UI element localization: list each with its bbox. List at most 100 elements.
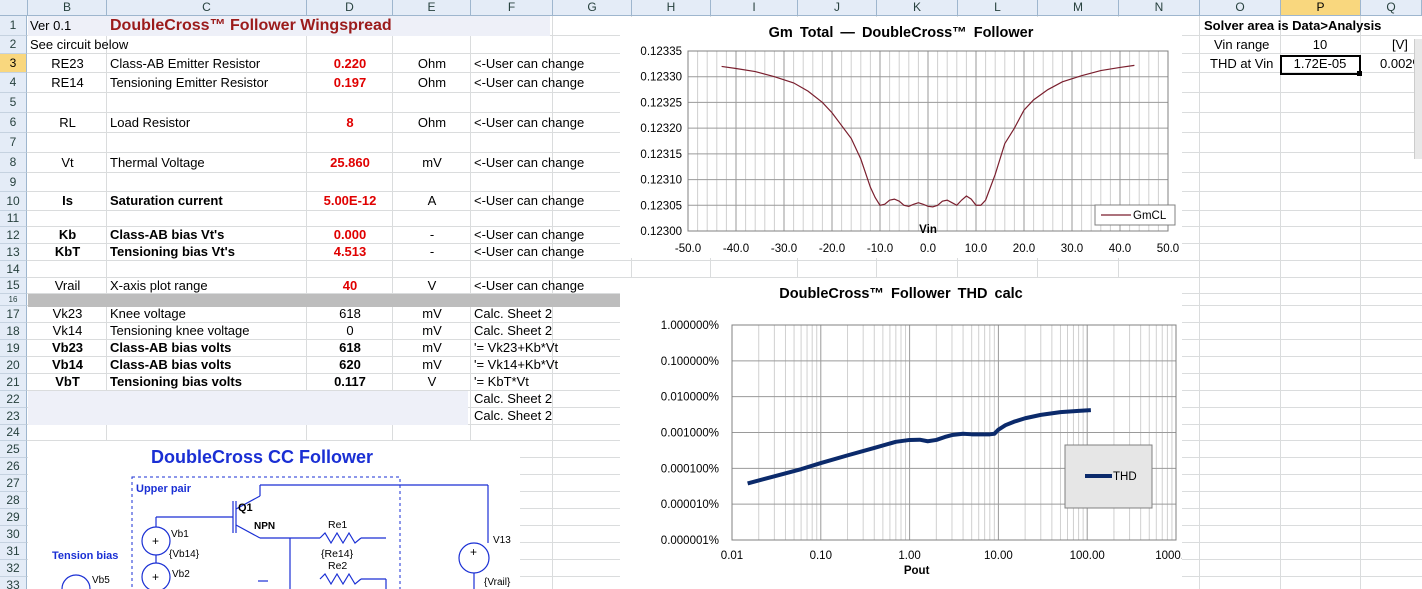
column-header[interactable]: I — [711, 0, 798, 16]
gm-total-chart[interactable]: Gm Total — DoubleCross™ Follower 0.12300… — [620, 17, 1182, 258]
cell-desc[interactable]: Tensioning knee voltage — [108, 323, 308, 339]
cell-unit[interactable]: V — [393, 374, 471, 390]
scrollbar[interactable] — [1414, 39, 1422, 159]
cell-sym[interactable]: RE14 — [28, 75, 107, 91]
cell-sym[interactable]: VbT — [28, 374, 107, 390]
cell-sym[interactable]: Vrail — [28, 278, 107, 294]
cell-val[interactable]: 0 — [307, 323, 393, 339]
column-header[interactable]: M — [1038, 0, 1119, 16]
select-all-corner[interactable] — [0, 0, 28, 16]
circuit-diagram[interactable]: DoubleCross CC Follower Upper pair Q1 NP… — [28, 441, 520, 589]
cell-desc[interactable]: Tensioning bias Vt's — [108, 244, 308, 260]
row-header[interactable]: 12 — [0, 227, 27, 244]
thd-at-vin-value[interactable]: 1.72E-05 — [1280, 56, 1360, 72]
cell-note[interactable]: Calc. Sheet 2 — [472, 408, 632, 424]
cell-val[interactable]: 0.117 — [307, 374, 393, 390]
row-header[interactable]: 14 — [0, 261, 27, 278]
cell-desc[interactable]: Class-AB bias Vt's — [108, 227, 308, 243]
row-header[interactable]: 17 — [0, 306, 27, 323]
column-header[interactable]: D — [307, 0, 393, 16]
column-header[interactable]: L — [958, 0, 1038, 16]
cell-note[interactable]: Calc. Sheet 2 — [472, 323, 632, 339]
version-cell[interactable]: Ver 0.1 — [28, 18, 73, 34]
cell-unit[interactable]: mV — [393, 306, 471, 322]
row-header[interactable]: 7 — [0, 133, 27, 153]
vin-range-unit[interactable]: [V] — [1390, 37, 1410, 53]
cell-val[interactable]: 0.000 — [307, 227, 393, 243]
cell-note[interactable]: '= KbT*Vt — [472, 374, 632, 390]
row-header[interactable]: 24 — [0, 425, 27, 441]
row-header[interactable]: 25 — [0, 441, 27, 458]
cell-note[interactable]: '= Vk23+Kb*Vt — [472, 340, 632, 356]
column-header[interactable]: Q — [1361, 0, 1422, 16]
cell-val[interactable]: 0.220 — [307, 56, 393, 72]
thd-chart[interactable]: DoubleCross™ Follower THD calc 0.000001%… — [620, 278, 1182, 589]
column-header[interactable]: C — [107, 0, 307, 16]
column-header[interactable]: K — [877, 0, 958, 16]
cell-val[interactable]: 618 — [307, 306, 393, 322]
column-header[interactable]: B — [28, 0, 107, 16]
row-header[interactable]: 11 — [0, 211, 27, 227]
cell-desc[interactable]: X-axis plot range — [108, 278, 308, 294]
cell-unit[interactable]: - — [393, 227, 471, 243]
cell-sym[interactable]: Kb — [28, 227, 107, 243]
cell-sym[interactable]: Is — [28, 193, 107, 209]
cell-unit[interactable]: A — [393, 193, 471, 209]
cell-val[interactable]: 25.860 — [307, 155, 393, 171]
cell-note[interactable]: <-User can change — [472, 193, 632, 209]
row-header[interactable]: 18 — [0, 323, 27, 340]
cell-desc[interactable]: Tensioning bias volts — [108, 374, 308, 390]
cell-note[interactable]: Calc. Sheet 2 — [472, 306, 632, 322]
row-header[interactable]: 33 — [0, 577, 27, 589]
row-header[interactable]: 22 — [0, 391, 27, 408]
row-header[interactable]: 20 — [0, 357, 27, 374]
row-header[interactable]: 16 — [0, 294, 27, 306]
thd-at-vin-label[interactable]: THD at Vin — [1208, 56, 1275, 72]
cell-desc[interactable]: Thermal Voltage — [108, 155, 308, 171]
row-header[interactable]: 32 — [0, 560, 27, 577]
cell-sym[interactable]: KbT — [28, 244, 107, 260]
cell-desc[interactable]: Knee voltage — [108, 306, 308, 322]
row-header[interactable]: 1 — [0, 16, 27, 36]
cell-note[interactable]: <-User can change — [472, 115, 632, 131]
solver-title[interactable]: Solver area is Data>Analysis — [1202, 18, 1383, 34]
row-header[interactable]: 3 — [0, 54, 27, 73]
vin-range-label[interactable]: Vin range — [1212, 37, 1271, 53]
cell-unit[interactable]: Ohm — [393, 115, 471, 131]
cell-sym[interactable]: Vb14 — [28, 357, 107, 373]
cell-desc[interactable]: Class-AB Emitter Resistor — [108, 56, 308, 72]
cell-note[interactable]: Calc. Sheet 2 — [472, 391, 632, 407]
row-header[interactable]: 10 — [0, 192, 27, 211]
cell-unit[interactable]: V — [393, 278, 471, 294]
cell-val[interactable]: 5.00E-12 — [307, 193, 393, 209]
cell-val[interactable]: 8 — [307, 115, 393, 131]
row-header[interactable]: 5 — [0, 93, 27, 113]
cell-sym[interactable]: RL — [28, 115, 107, 131]
column-header[interactable]: E — [393, 0, 471, 16]
row-header[interactable]: 21 — [0, 374, 27, 391]
cell-desc[interactable]: Load Resistor — [108, 115, 308, 131]
cell-unit[interactable]: mV — [393, 323, 471, 339]
row-header[interactable]: 28 — [0, 492, 27, 509]
cell-sym[interactable]: RE23 — [28, 56, 107, 72]
cell-val[interactable]: 40 — [307, 278, 393, 294]
row-header[interactable]: 4 — [0, 73, 27, 93]
cell-desc[interactable]: Class-AB bias volts — [108, 340, 308, 356]
cell-val[interactable]: 620 — [307, 357, 393, 373]
sheet-title[interactable]: DoubleCross™ Follower Wingspread — [108, 16, 394, 36]
column-header[interactable]: N — [1119, 0, 1200, 16]
cell-note[interactable]: <-User can change — [472, 244, 632, 260]
cell-desc[interactable]: Class-AB bias volts — [108, 357, 308, 373]
cell-sym[interactable]: Vk23 — [28, 306, 107, 322]
cell-note[interactable]: <-User can change — [472, 155, 632, 171]
spreadsheet[interactable]: BCDEFGHIJKLMNOPQ 1 2 3 4 5 6 7 8 9 10 11 12 13 14 15 16… — [0, 0, 1422, 589]
row-header[interactable]: 15 — [0, 278, 27, 294]
cell-sym[interactable]: Vt — [28, 155, 107, 171]
row-header[interactable]: 26 — [0, 458, 27, 475]
cell-unit[interactable]: Ohm — [393, 75, 471, 91]
cell-unit[interactable]: - — [393, 244, 471, 260]
row-header[interactable]: 9 — [0, 173, 27, 192]
cell-unit[interactable]: mV — [393, 357, 471, 373]
cell-note[interactable]: '= Vk14+Kb*Vt — [472, 357, 632, 373]
cell-val[interactable]: 0.197 — [307, 75, 393, 91]
